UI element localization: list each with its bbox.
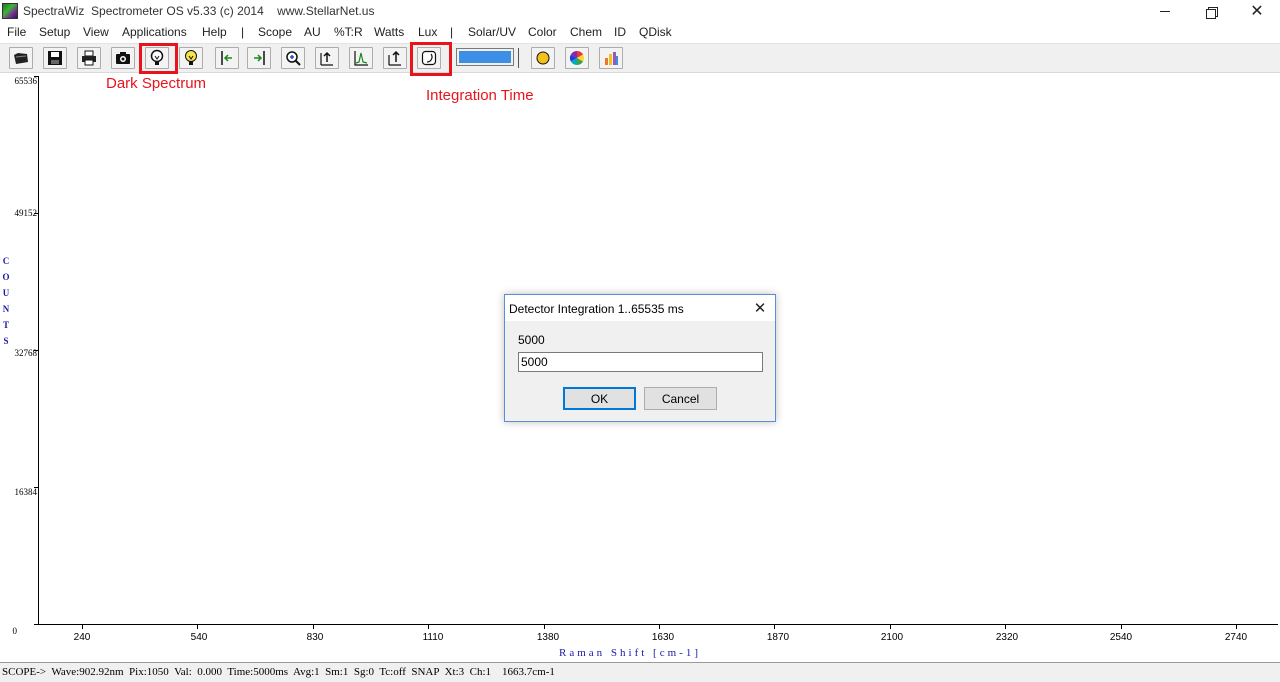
y-axis-title-char: U [2,288,10,298]
x-tick-label: 2540 [1109,632,1133,643]
x-tick-label: 1380 [536,632,560,643]
integration-time-input[interactable] [518,352,763,372]
y-axis-title-char: S [3,336,9,346]
dialog-title: Detector Integration 1..65535 ms [509,302,684,316]
y-tick-label: 65536 [14,76,38,86]
y-tick-label: 0 [12,626,18,636]
x-tick-label: 540 [190,632,208,643]
x-tick-label: 1110 [422,632,444,643]
y-axis-title-char: O [2,272,10,282]
dialog-prompt: 5000 [518,333,545,347]
x-tick-label: 2320 [995,632,1019,643]
x-tick-label: 240 [73,632,91,643]
status-bar: SCOPE-> Wave:902.92nm Pix:1050 Val: 0.00… [0,662,1280,682]
spectrawiz-window: SpectraWiz Spectrometer OS v5.33 (c) 201… [0,0,1280,682]
integration-time-dialog: Detector Integration 1..65535 ms ✕ 5000 … [504,294,776,422]
x-tick-label: 1630 [651,632,675,643]
y-tick-label: 32768 [14,348,38,358]
x-tick-label: 2100 [880,632,904,643]
dialog-close-button[interactable]: ✕ [745,296,775,320]
cancel-button[interactable]: Cancel [644,387,717,410]
y-tick-label: 49152 [14,208,38,218]
y-axis-title-char: C [2,256,10,266]
y-axis-title-char: T [2,320,9,330]
close-icon: ✕ [753,300,767,317]
y-axis-title-char: N [2,304,10,314]
status-text: SCOPE-> Wave:902.92nm Pix:1050 Val: 0.00… [2,666,555,678]
x-tick-label: 2740 [1224,632,1248,643]
dialog-title-bar: Detector Integration 1..65535 ms ✕ [505,295,775,321]
x-axis-title: Raman Shift [cm-1] [559,647,701,659]
x-tick-label: 830 [306,632,324,643]
ok-button[interactable]: OK [563,387,636,410]
y-axis-title: COUNTS [2,253,10,349]
y-axis-title-char: COUNTS [2,253,10,349]
x-tick-label: 1870 [766,632,790,643]
y-tick-label: 16384 [14,487,38,497]
